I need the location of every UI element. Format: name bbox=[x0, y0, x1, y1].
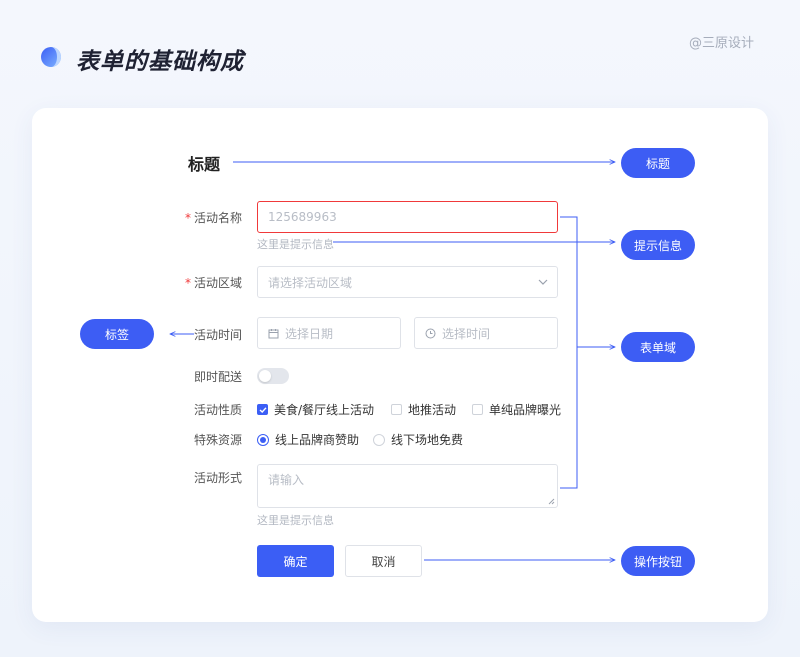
field-label-resource: 特殊资源 bbox=[193, 433, 242, 447]
cancel-button[interactable]: 取消 bbox=[345, 545, 422, 577]
name-hint: 这里是提示信息 bbox=[257, 238, 334, 251]
activity-region-select[interactable]: 请选择活动区域 bbox=[257, 266, 558, 298]
time-picker[interactable]: 选择时间 bbox=[414, 317, 558, 349]
confirm-button[interactable]: 确定 bbox=[257, 545, 334, 577]
clock-icon bbox=[425, 328, 436, 338]
date-placeholder: 选择日期 bbox=[285, 326, 334, 341]
annotation-field-area-pill: 表单域 bbox=[621, 332, 695, 362]
annotation-label-pill: 标签 bbox=[80, 319, 154, 349]
option-label: 地推活动 bbox=[408, 403, 457, 417]
calendar-icon bbox=[268, 328, 279, 338]
field-label-delivery: 即时配送 bbox=[193, 370, 242, 384]
nature-option-brand[interactable]: 单纯品牌曝光 bbox=[472, 401, 561, 418]
region-placeholder: 请选择活动区域 bbox=[268, 275, 353, 290]
activity-name-input[interactable]: 125689963 bbox=[257, 201, 558, 233]
checkbox-icon bbox=[472, 404, 483, 415]
field-label-name: * 活动名称 bbox=[184, 211, 242, 225]
annotation-actions-pill: 操作按钮 bbox=[621, 546, 695, 576]
nature-option-ground[interactable]: 地推活动 bbox=[391, 401, 456, 418]
form-type-hint: 这里是提示信息 bbox=[257, 514, 334, 527]
required-mark: * bbox=[184, 276, 191, 290]
chevron-down-icon bbox=[538, 279, 548, 285]
option-label: 单纯品牌曝光 bbox=[489, 403, 562, 417]
checkbox-icon bbox=[391, 404, 402, 415]
field-label-form-type: 活动形式 bbox=[193, 471, 242, 485]
time-placeholder: 选择时间 bbox=[442, 326, 491, 341]
option-label: 美食/餐厅线上活动 bbox=[274, 403, 375, 417]
field-label-region: * 活动区域 bbox=[184, 276, 242, 290]
checkbox-checked-icon bbox=[257, 404, 268, 415]
resize-handle-icon[interactable] bbox=[548, 498, 555, 505]
required-mark: * bbox=[184, 211, 191, 225]
instant-delivery-switch[interactable] bbox=[257, 368, 289, 384]
activity-form-textarea[interactable]: 请输入 bbox=[257, 464, 558, 508]
radio-icon bbox=[373, 433, 385, 446]
resource-option-offline[interactable]: 线下场地免费 bbox=[373, 431, 463, 448]
switch-knob bbox=[259, 370, 271, 382]
activity-name-value: 125689963 bbox=[268, 210, 337, 224]
field-label-time: 活动时间 bbox=[193, 328, 242, 342]
option-label: 线上品牌商赞助 bbox=[275, 433, 360, 447]
nature-option-food[interactable]: 美食/餐厅线上活动 bbox=[257, 401, 374, 418]
date-picker[interactable]: 选择日期 bbox=[257, 317, 401, 349]
form-title: 标题 bbox=[188, 155, 221, 174]
textarea-placeholder: 请输入 bbox=[268, 473, 305, 487]
annotation-hint-pill: 提示信息 bbox=[621, 230, 695, 260]
option-label: 线下场地免费 bbox=[391, 433, 464, 447]
annotation-title-pill: 标题 bbox=[621, 148, 695, 178]
resource-option-online[interactable]: 线上品牌商赞助 bbox=[257, 431, 359, 448]
field-label-nature: 活动性质 bbox=[193, 403, 242, 417]
radio-selected-icon bbox=[257, 433, 269, 446]
